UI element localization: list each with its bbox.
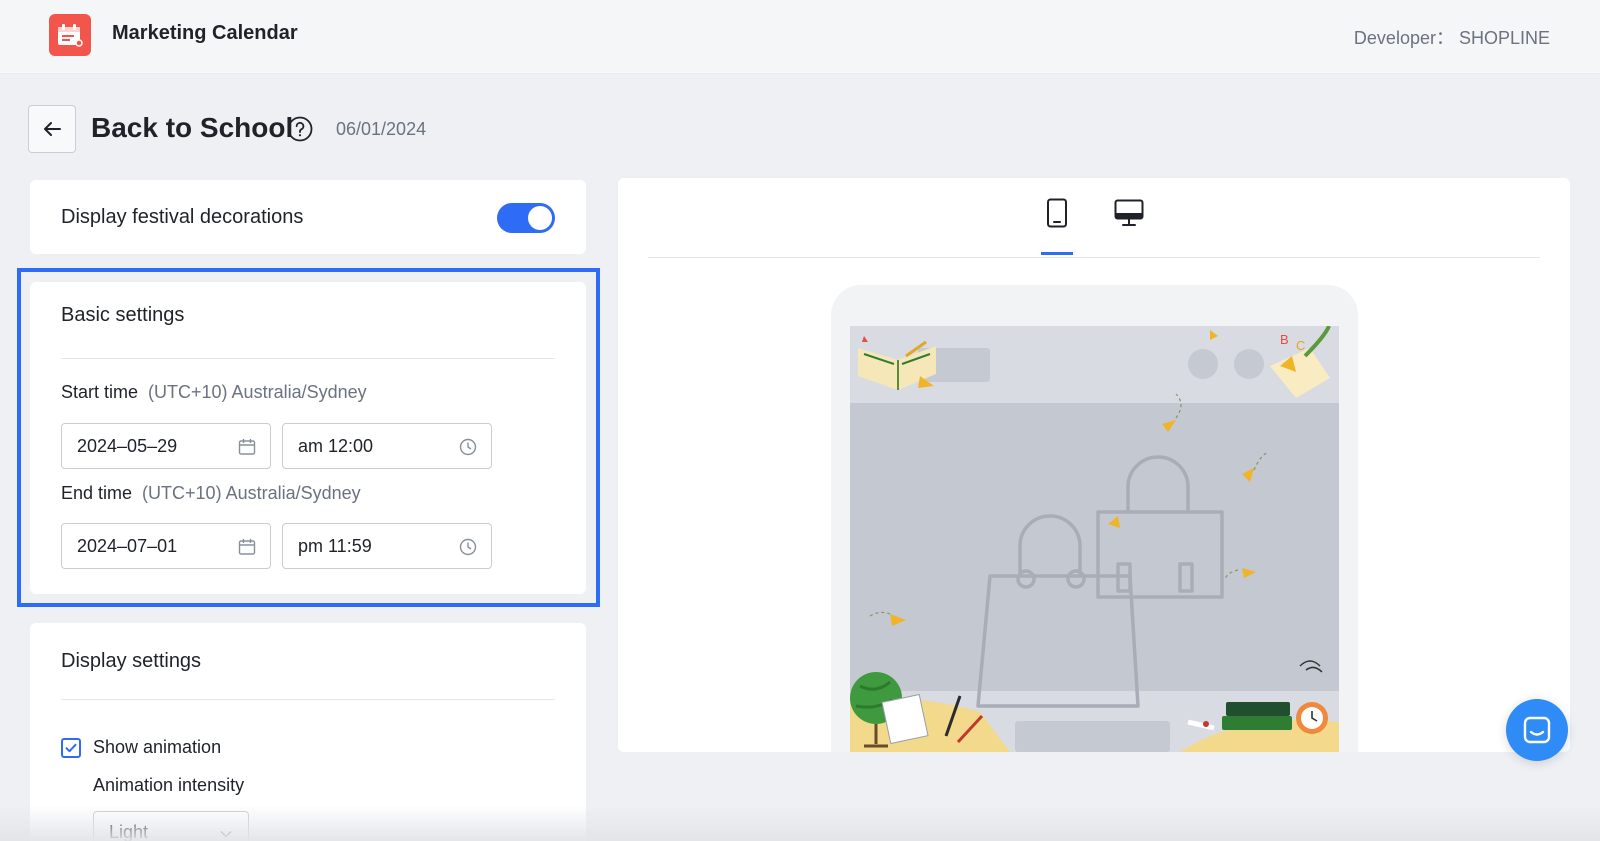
start-time-value: am 12:00 (298, 435, 374, 456)
phone-frame: B C (831, 285, 1358, 752)
end-time-value: pm 11:59 (298, 535, 372, 556)
festival-decorations-toggle[interactable] (497, 203, 555, 233)
chat-support-button[interactable] (1506, 699, 1568, 761)
calendar-icon (49, 14, 91, 56)
preview-screen: B C (850, 326, 1339, 752)
svg-text:B: B (1280, 332, 1289, 347)
top-bar: Marketing Calendar Developer： SHOPLINE (0, 0, 1600, 74)
divider (61, 699, 555, 700)
basic-settings-card: Basic settings Start time (UTC+10) Austra… (30, 282, 586, 594)
page-title: Back to School (91, 112, 294, 143)
start-time-input[interactable]: am 12:00 (282, 423, 492, 469)
storefront-preview-illustration: B C (850, 326, 1339, 752)
tab-desktop[interactable] (1114, 196, 1144, 230)
divider (648, 257, 1540, 258)
end-timezone: (UTC+10) Australia/Sydney (142, 483, 361, 503)
tab-mobile[interactable] (1042, 196, 1072, 230)
show-animation-checkbox[interactable] (61, 738, 81, 758)
clock-icon (459, 438, 477, 456)
back-button[interactable] (28, 105, 76, 153)
divider (61, 358, 555, 359)
end-time-label-text: End time (61, 483, 133, 503)
end-time-label: End time (UTC+10) Australia/Sydney (61, 483, 361, 504)
svg-text:C: C (1296, 338, 1305, 353)
end-date-input[interactable]: 2024–07–01 (61, 523, 271, 569)
end-time-input[interactable]: pm 11:59 (282, 523, 492, 569)
animation-intensity-label: Animation intensity (93, 775, 245, 795)
clock-icon (459, 538, 477, 556)
start-date-input[interactable]: 2024–05–29 (61, 423, 271, 469)
show-animation-label: Show animation (93, 737, 222, 757)
arrow-left-icon (44, 122, 61, 136)
festival-decorations-label: Display festival decorations (61, 206, 304, 228)
festival-decorations-card: Display festival decorations (30, 180, 586, 254)
app-title: Marketing Calendar (112, 22, 298, 44)
animation-intensity-select[interactable]: Light (93, 811, 249, 841)
chevron-down-icon (220, 830, 232, 838)
animation-intensity-value: Light (109, 822, 149, 841)
desktop-icon (1114, 199, 1144, 226)
calendar-icon (238, 439, 256, 455)
start-date-value: 2024–05–29 (77, 435, 178, 456)
calendar-icon (238, 539, 256, 555)
help-icon[interactable] (287, 116, 313, 142)
start-time-label: Start time (UTC+10) Australia/Sydney (61, 382, 367, 403)
mobile-icon (1047, 198, 1067, 228)
chat-icon (1523, 716, 1551, 744)
page-date: 06/01/2024 (336, 119, 427, 139)
display-settings-card: Display settings Show animation Animatio… (30, 623, 586, 841)
end-date-value: 2024–07–01 (77, 535, 178, 556)
basic-settings-title: Basic settings (61, 304, 185, 326)
developer-label: Developer： SHOPLINE (1353, 28, 1550, 48)
start-time-label-text: Start time (61, 382, 139, 402)
check-icon (65, 743, 77, 753)
active-tab-indicator (1041, 252, 1073, 255)
start-timezone: (UTC+10) Australia/Sydney (148, 382, 367, 402)
preview-card: B C (618, 178, 1570, 752)
display-settings-title: Display settings (61, 650, 202, 672)
